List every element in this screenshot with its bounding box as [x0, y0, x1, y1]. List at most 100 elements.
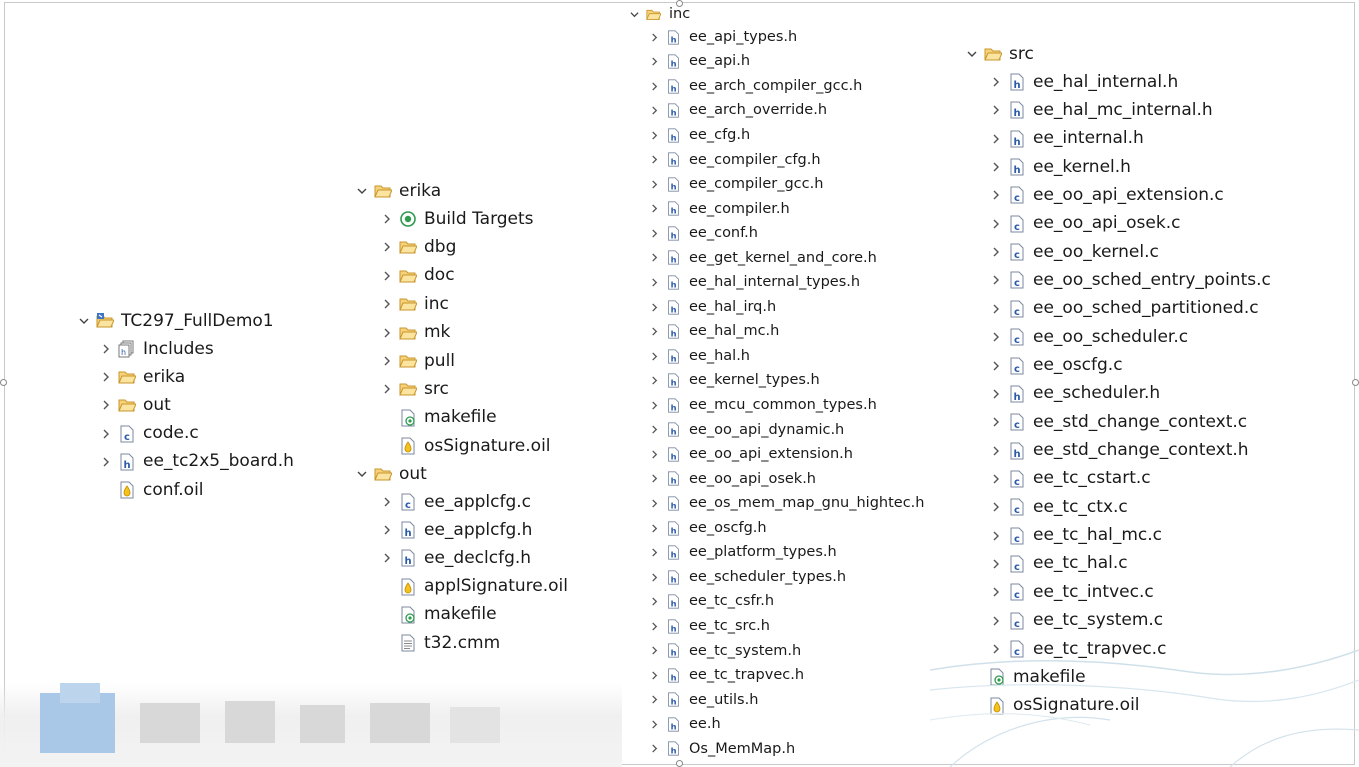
erika-item-dbg[interactable]: dbg — [381, 235, 456, 259]
resize-handle-bottom[interactable] — [676, 760, 683, 767]
inc-item-ee-tc-system-h[interactable]: h ee_tc_system.h — [648, 639, 801, 663]
project-item-erika[interactable]: erika — [100, 365, 185, 389]
inc-item-ee-oscfg-h[interactable]: h ee_oscfg.h — [648, 516, 767, 540]
src-item-ee-tc-ctx-c[interactable]: c ee_tc_ctx.c — [990, 495, 1128, 519]
chevron-right-icon[interactable] — [381, 524, 393, 536]
chevron-right-icon[interactable] — [648, 645, 660, 657]
chevron-right-icon[interactable] — [990, 360, 1002, 372]
resize-handle-left[interactable] — [0, 379, 7, 386]
erika-root-erika[interactable]: erika — [356, 179, 441, 203]
chevron-right-icon[interactable] — [381, 552, 393, 564]
chevron-right-icon[interactable] — [648, 448, 660, 460]
inc-item-ee-cfg-h[interactable]: h ee_cfg.h — [648, 123, 750, 147]
chevron-right-icon[interactable] — [648, 669, 660, 681]
project-root-tc297-fulldemo1[interactable]: TC297_FullDemo1 — [78, 309, 274, 333]
chevron-right-icon[interactable] — [648, 326, 660, 338]
out-item-ee-applcfg-h[interactable]: h ee_applcfg.h — [381, 518, 532, 542]
out-item-t32-cmm[interactable]: t32.cmm — [381, 631, 500, 655]
chevron-right-icon[interactable] — [990, 388, 1002, 400]
inc-item-ee-h[interactable]: h ee.h — [648, 712, 721, 736]
inc-root-inc[interactable]: inc — [628, 2, 690, 26]
inc-item-ee-tc-csfr-h[interactable]: h ee_tc_csfr.h — [648, 590, 774, 614]
inc-item-ee-arch-override-h[interactable]: h ee_arch_override.h — [648, 99, 827, 123]
inc-item-ee-tc-src-h[interactable]: h ee_tc_src.h — [648, 614, 770, 638]
chevron-right-icon[interactable] — [381, 213, 393, 225]
chevron-right-icon[interactable] — [381, 327, 393, 339]
project-item-code-c[interactable]: c code.c — [100, 422, 199, 446]
chevron-right-icon[interactable] — [648, 252, 660, 264]
chevron-right-icon[interactable] — [990, 445, 1002, 457]
chevron-right-icon[interactable] — [648, 375, 660, 387]
chevron-right-icon[interactable] — [100, 456, 112, 468]
chevron-right-icon[interactable] — [100, 371, 112, 383]
inc-item-ee-hal-mc-h[interactable]: h ee_hal_mc.h — [648, 320, 779, 344]
src-item-ee-oscfg-c[interactable]: c ee_oscfg.c — [990, 354, 1123, 378]
src-item-ee-hal-mc-internal-h[interactable]: h ee_hal_mc_internal.h — [990, 98, 1213, 122]
erika-item-doc[interactable]: doc — [381, 264, 455, 288]
chevron-right-icon[interactable] — [648, 301, 660, 313]
inc-item-ee-tc-trapvec-h[interactable]: h ee_tc_trapvec.h — [648, 663, 804, 687]
out-item-ee-declcfg-h[interactable]: h ee_declcfg.h — [381, 546, 531, 570]
chevron-right-icon[interactable] — [648, 620, 660, 632]
inc-item-ee-compiler-cfg-h[interactable]: h ee_compiler_cfg.h — [648, 148, 821, 172]
src-item-ee-std-change-context-c[interactable]: c ee_std_change_context.c — [990, 410, 1247, 434]
project-item-conf-oil[interactable]: conf.oil — [100, 478, 204, 502]
inc-item-ee-hal-h[interactable]: h ee_hal.h — [648, 344, 750, 368]
inc-item-ee-api-h[interactable]: h ee_api.h — [648, 50, 750, 74]
chevron-right-icon[interactable] — [648, 399, 660, 411]
chevron-right-icon[interactable] — [648, 596, 660, 608]
chevron-right-icon[interactable] — [648, 105, 660, 117]
project-item-out[interactable]: out — [100, 393, 171, 417]
chevron-right-icon[interactable] — [990, 133, 1002, 145]
erika-item-ossignature-oil[interactable]: osSignature.oil — [381, 434, 551, 458]
chevron-right-icon[interactable] — [990, 416, 1002, 428]
chevron-right-icon[interactable] — [381, 496, 393, 508]
chevron-right-icon[interactable] — [990, 76, 1002, 88]
chevron-right-icon[interactable] — [648, 424, 660, 436]
chevron-right-icon[interactable] — [648, 694, 660, 706]
inc-item-ee-oo-api-extension-h[interactable]: h ee_oo_api_extension.h — [648, 442, 853, 466]
inc-item-ee-os-mem-map-gnu-hightec-h[interactable]: h ee_os_mem_map_gnu_hightec.h — [648, 491, 924, 515]
chevron-right-icon[interactable] — [990, 501, 1002, 513]
chevron-down-icon[interactable] — [356, 185, 368, 197]
src-item-ee-oo-kernel-c[interactable]: c ee_oo_kernel.c — [990, 240, 1159, 264]
src-item-ee-oo-api-extension-c[interactable]: c ee_oo_api_extension.c — [990, 183, 1224, 207]
chevron-right-icon[interactable] — [648, 80, 660, 92]
chevron-right-icon[interactable] — [648, 571, 660, 583]
src-item-ee-tc-cstart-c[interactable]: c ee_tc_cstart.c — [990, 467, 1151, 491]
chevron-right-icon[interactable] — [381, 383, 393, 395]
src-item-ee-kernel-h[interactable]: h ee_kernel.h — [990, 155, 1131, 179]
chevron-right-icon[interactable] — [648, 56, 660, 68]
chevron-right-icon[interactable] — [648, 178, 660, 190]
chevron-right-icon[interactable] — [648, 522, 660, 534]
inc-item-ee-kernel-types-h[interactable]: h ee_kernel_types.h — [648, 369, 820, 393]
chevron-right-icon[interactable] — [990, 189, 1002, 201]
chevron-right-icon[interactable] — [648, 350, 660, 362]
erika-item-build-targets[interactable]: Build Targets — [381, 207, 534, 231]
src-item-ee-tc-hal-mc-c[interactable]: c ee_tc_hal_mc.c — [990, 524, 1162, 548]
chevron-down-icon[interactable] — [356, 468, 368, 480]
chevron-right-icon[interactable] — [648, 743, 660, 755]
src-item-ee-scheduler-h[interactable]: h ee_scheduler.h — [990, 382, 1160, 406]
chevron-right-icon[interactable] — [100, 399, 112, 411]
inc-item-ee-api-types-h[interactable]: h ee_api_types.h — [648, 25, 797, 49]
resize-handle-right[interactable] — [1352, 379, 1359, 386]
chevron-right-icon[interactable] — [648, 277, 660, 289]
chevron-right-icon[interactable] — [990, 274, 1002, 286]
inc-item-os-memmap-h[interactable]: h Os_MemMap.h — [648, 737, 795, 761]
inc-item-ee-hal-irq-h[interactable]: h ee_hal_irq.h — [648, 295, 776, 319]
inc-item-ee-compiler-h[interactable]: h ee_compiler.h — [648, 197, 790, 221]
chevron-right-icon[interactable] — [648, 203, 660, 215]
inc-item-ee-conf-h[interactable]: h ee_conf.h — [648, 221, 758, 245]
src-item-ee-internal-h[interactable]: h ee_internal.h — [990, 127, 1144, 151]
chevron-right-icon[interactable] — [990, 218, 1002, 230]
erika-item-src[interactable]: src — [381, 377, 449, 401]
chevron-down-icon[interactable] — [966, 48, 978, 60]
out-root-out[interactable]: out — [356, 462, 427, 486]
src-item-ee-oo-scheduler-c[interactable]: c ee_oo_scheduler.c — [990, 325, 1188, 349]
inc-item-ee-compiler-gcc-h[interactable]: h ee_compiler_gcc.h — [648, 172, 823, 196]
inc-item-ee-get-kernel-and-core-h[interactable]: h ee_get_kernel_and_core.h — [648, 246, 877, 270]
chevron-right-icon[interactable] — [648, 31, 660, 43]
chevron-right-icon[interactable] — [990, 104, 1002, 116]
inc-item-ee-utils-h[interactable]: h ee_utils.h — [648, 688, 758, 712]
